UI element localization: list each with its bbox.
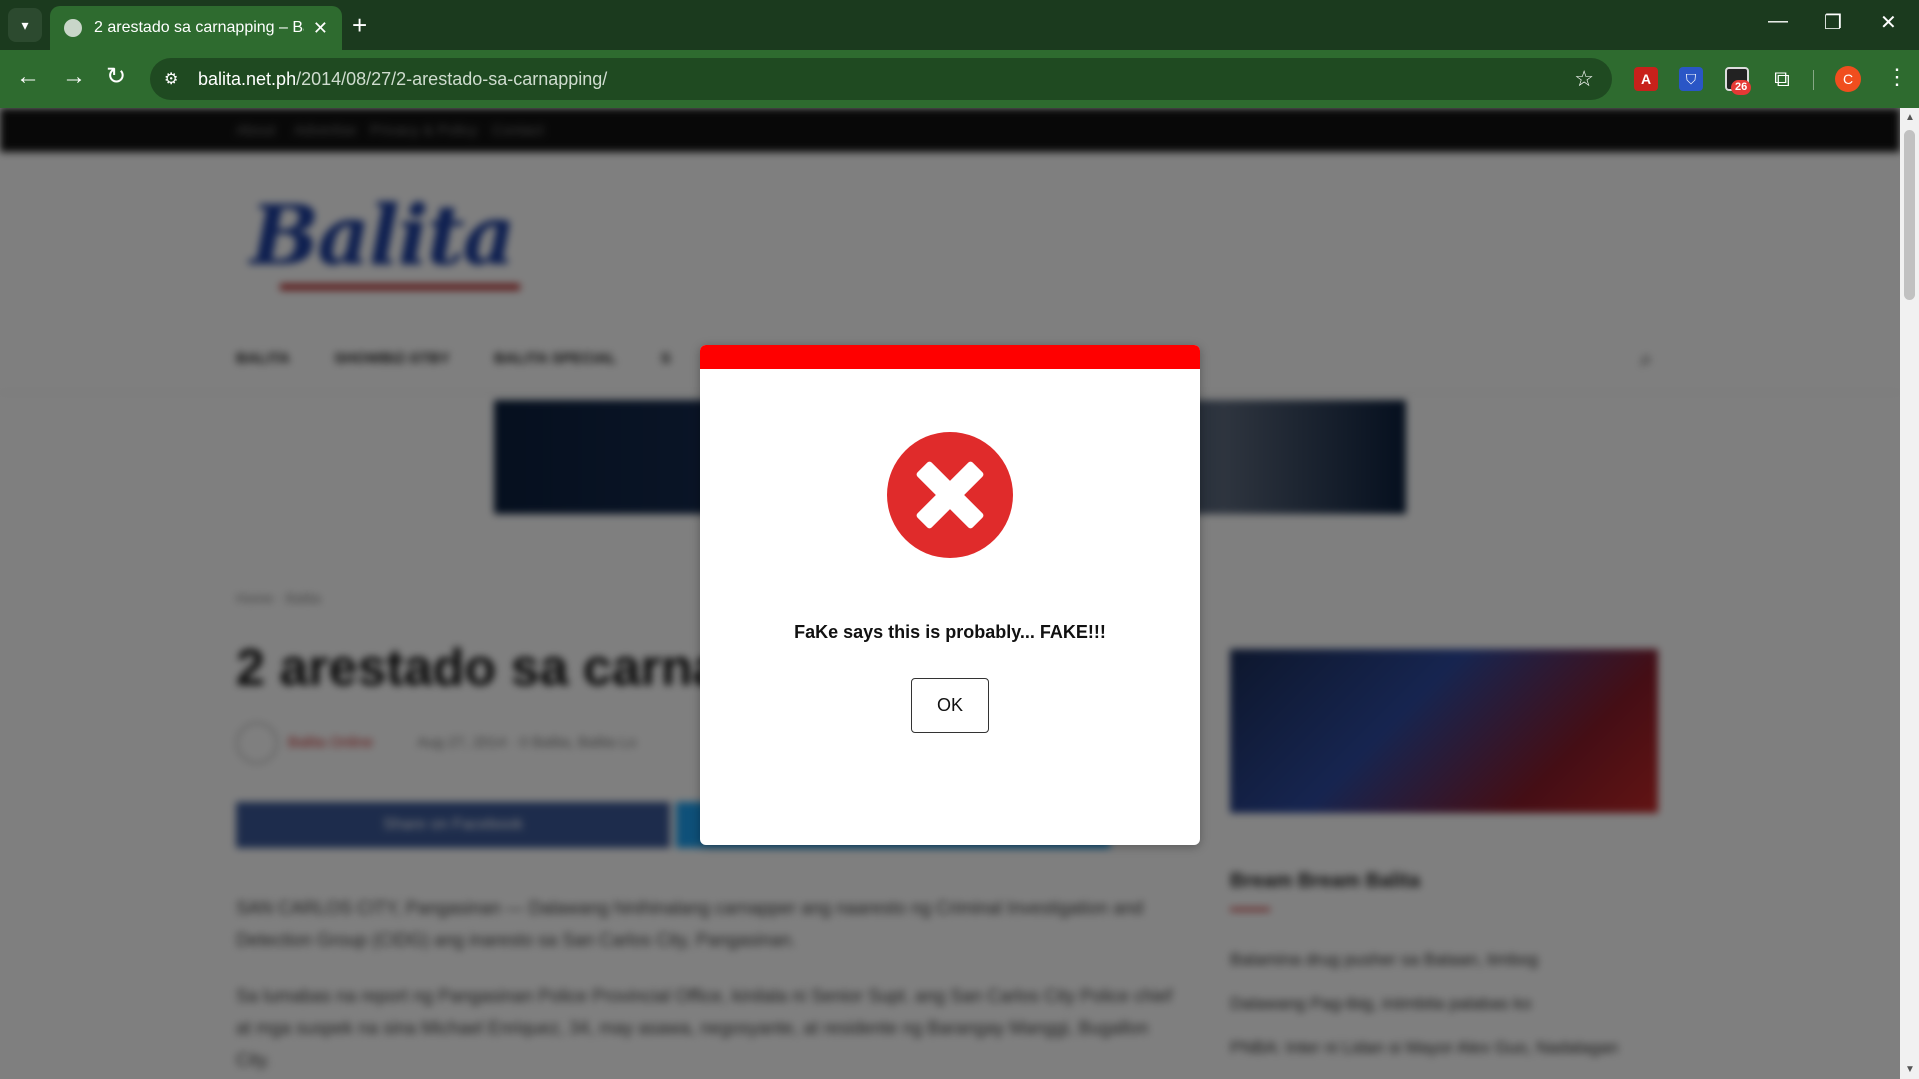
url-path: /2014/08/27/2-arestado-sa-carnapping/ [296, 68, 608, 89]
dialog-top-bar [700, 345, 1200, 369]
tab-title: 2 arestado sa carnapping – Balita [94, 19, 304, 36]
browser-toolbar: ← → ↻ ⚙ balita.net.ph/2014/08/27/2-arest… [0, 50, 1919, 108]
tab-search-button[interactable]: ▾ [8, 8, 42, 42]
dialog-message: FaKe says this is probably... FAKE!!! [794, 622, 1106, 642]
new-tab-button[interactable]: + [352, 10, 367, 40]
browser-menu-icon[interactable]: ⋮ [1886, 64, 1908, 90]
url-host: balita.net.ph [198, 68, 297, 89]
minimize-button[interactable]: — [1768, 10, 1788, 33]
error-x-icon [887, 432, 1013, 558]
scrollbar-thumb[interactable] [1904, 130, 1915, 300]
site-info-icon[interactable]: ⚙ [164, 69, 184, 89]
close-tab-icon[interactable]: ✕ [313, 18, 328, 39]
extension-badge: 26 [1731, 80, 1752, 95]
globe-icon [64, 19, 82, 37]
scroll-down-arrow[interactable]: ▼ [1905, 1064, 1915, 1075]
ok-button[interactable]: OK [911, 678, 989, 733]
pdf-extension-icon[interactable]: A [1634, 67, 1658, 91]
toolbar-divider [1813, 70, 1814, 90]
extensions-puzzle-icon[interactable]: ⧉ [1770, 67, 1794, 91]
shield-extension-icon[interactable]: ⛉ [1679, 67, 1703, 91]
window-close-button[interactable]: ✕ [1880, 10, 1897, 35]
fake-alert-dialog: FaKe says this is probably... FAKE!!! OK [700, 345, 1200, 845]
chevron-down-icon: ▾ [21, 16, 29, 33]
reload-button[interactable]: ↻ [106, 62, 126, 92]
browser-tab-bar: ▾ 2 arestado sa carnapping – Balita ✕ + … [0, 0, 1919, 50]
scroll-up-arrow[interactable]: ▲ [1905, 112, 1915, 123]
bookmark-star-icon[interactable]: ☆ [1574, 66, 1594, 92]
restore-button[interactable]: ❐ [1824, 10, 1842, 35]
browser-tab-active[interactable]: 2 arestado sa carnapping – Balita ✕ [50, 6, 342, 50]
page-scrollbar[interactable]: ▲ ▼ [1900, 108, 1919, 1079]
profile-avatar[interactable]: C [1835, 66, 1861, 92]
forward-button[interactable]: → [62, 62, 86, 92]
back-button[interactable]: ← [16, 62, 40, 92]
address-bar[interactable]: ⚙ balita.net.ph/2014/08/27/2-arestado-sa… [150, 58, 1612, 100]
